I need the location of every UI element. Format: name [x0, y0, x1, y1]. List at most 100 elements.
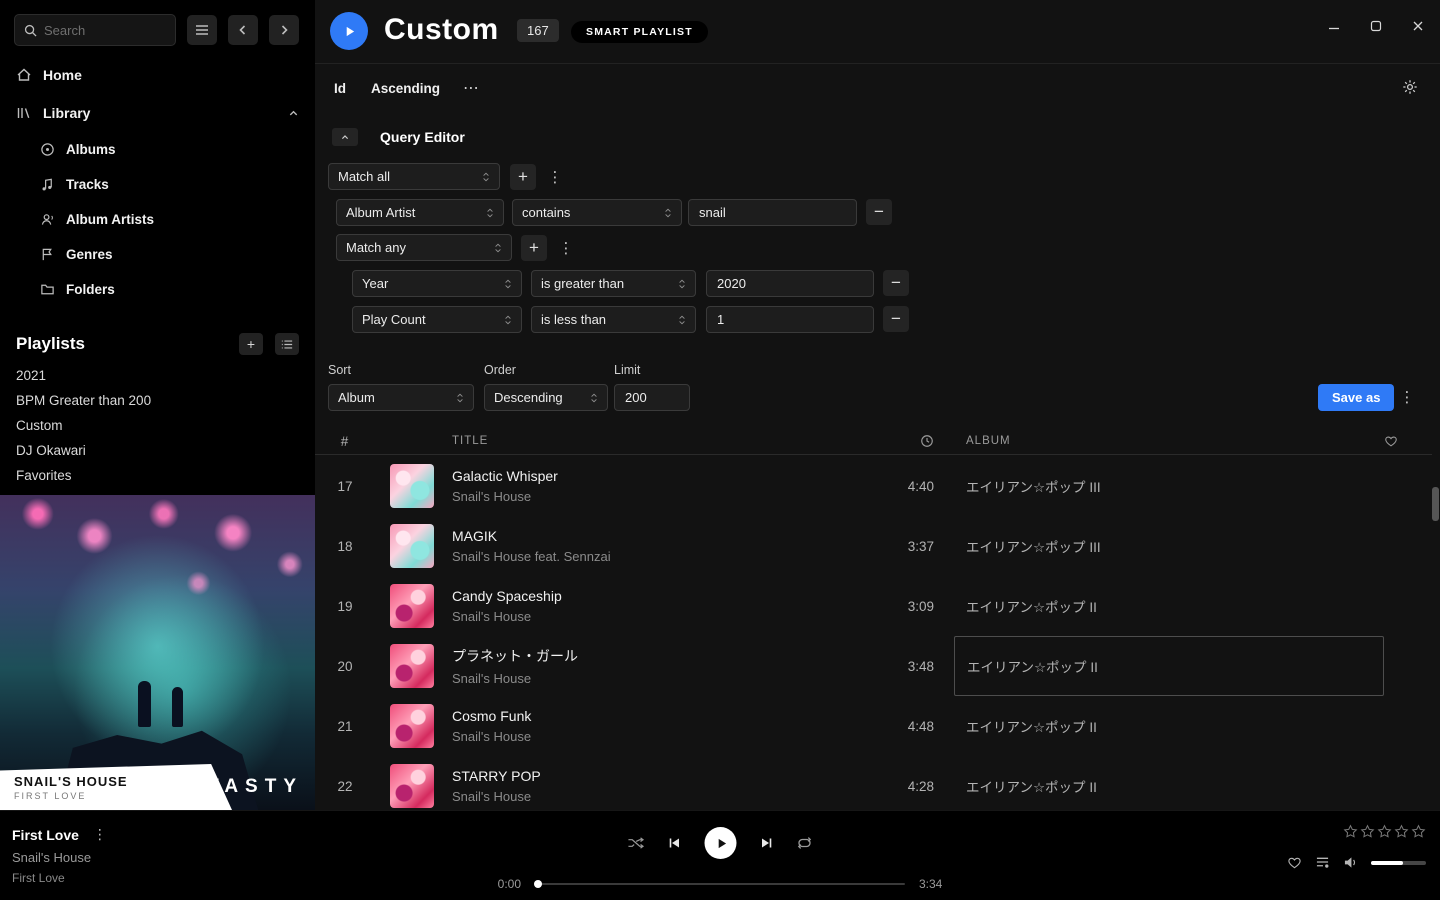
- now-playing-artist[interactable]: Snail's House: [12, 850, 107, 865]
- track-album: エイリアン☆ポップ III: [966, 516, 1384, 576]
- now-playing-title[interactable]: First Love: [12, 827, 79, 843]
- nav-back-button[interactable]: [228, 15, 258, 45]
- playlist-play-button[interactable]: [330, 12, 368, 50]
- save-as-button[interactable]: Save as: [1318, 384, 1394, 411]
- playlists-title: Playlists: [16, 334, 85, 354]
- playlist-list-button[interactable]: [275, 333, 299, 355]
- rule1-remove-button[interactable]: −: [866, 199, 892, 225]
- rule3-operator-select[interactable]: is less than: [531, 306, 696, 333]
- favorite-heart-icon[interactable]: [1384, 434, 1432, 448]
- query-menu-icon[interactable]: ⋮: [1399, 384, 1415, 410]
- group-menu-icon[interactable]: ⋮: [547, 164, 563, 190]
- track-index: 22: [315, 779, 375, 794]
- sidebar-item-tracks[interactable]: Tracks: [40, 167, 315, 202]
- rule3-remove-button[interactable]: −: [883, 306, 909, 332]
- limit-input[interactable]: [614, 384, 690, 411]
- more-options-icon[interactable]: ⋯: [463, 78, 480, 98]
- window-minimize-button[interactable]: [1328, 20, 1340, 32]
- settings-gear-icon[interactable]: [1402, 79, 1418, 100]
- table-row[interactable]: 19 Candy Spaceship Snail's House 3:09 エイ…: [315, 576, 1432, 636]
- player-bar: First Love ⋮ Snail's House First Love: [0, 810, 1440, 900]
- track-album: エイリアン☆ポップ II: [966, 576, 1384, 636]
- duration-clock-icon[interactable]: [920, 434, 934, 448]
- now-playing-album[interactable]: First Love: [12, 871, 107, 885]
- chevron-right-icon: [278, 24, 290, 36]
- table-row[interactable]: 18 MAGIK Snail's House feat. Sennzai 3:3…: [315, 516, 1432, 576]
- sidebar-item-genres[interactable]: Genres: [40, 237, 315, 272]
- rule2-value-input[interactable]: [706, 270, 874, 297]
- window-maximize-button[interactable]: [1370, 20, 1382, 32]
- track-title: Cosmo Funk: [452, 708, 854, 724]
- rule2-field-select[interactable]: Year: [352, 270, 522, 297]
- caret-updown-icon: [456, 392, 464, 404]
- volume-icon[interactable]: [1343, 856, 1358, 869]
- caret-updown-icon: [664, 207, 672, 219]
- rule2-operator-select[interactable]: is greater than: [531, 270, 696, 297]
- star-icon[interactable]: [1377, 824, 1392, 839]
- sidebar-item-home[interactable]: Home: [0, 56, 315, 94]
- add-playlist-button[interactable]: +: [239, 333, 263, 355]
- root-match-select[interactable]: Match all: [328, 163, 500, 190]
- playlist-item[interactable]: Custom: [0, 413, 315, 438]
- header-title[interactable]: TITLE: [452, 435, 488, 447]
- table-row[interactable]: 21 Cosmo Funk Snail's House 4:48 エイリアン☆ポ…: [315, 696, 1432, 756]
- seek-bar[interactable]: [535, 883, 905, 885]
- header-index[interactable]: #: [315, 434, 375, 449]
- playlist-item[interactable]: DJ Okawari: [0, 438, 315, 463]
- star-icon[interactable]: [1343, 824, 1358, 839]
- repeat-icon[interactable]: [797, 836, 813, 850]
- rule1-value-input[interactable]: [688, 199, 857, 226]
- table-row[interactable]: 20 プラネット・ガール Snail's House 3:48 エイリアン☆ポッ…: [315, 636, 1432, 696]
- rule1-field-value: Album Artist: [346, 205, 415, 220]
- sort-field-button[interactable]: Id: [334, 81, 346, 96]
- next-track-icon[interactable]: [760, 836, 774, 850]
- order-select[interactable]: Descending: [484, 384, 608, 411]
- rule2-remove-button[interactable]: −: [883, 270, 909, 296]
- nav-forward-button[interactable]: [269, 15, 299, 45]
- sidebar-item-folders[interactable]: Folders: [40, 272, 315, 307]
- nested-match-select[interactable]: Match any: [336, 234, 512, 261]
- collapse-chevron-icon[interactable]: [288, 108, 299, 119]
- volume-slider[interactable]: [1371, 861, 1426, 865]
- query-editor-collapse-button[interactable]: [332, 128, 358, 146]
- shuffle-icon[interactable]: [628, 836, 645, 850]
- rule3-value-input[interactable]: [706, 306, 874, 333]
- add-rule-button[interactable]: +: [510, 164, 536, 190]
- nested-group-menu-icon[interactable]: ⋮: [558, 235, 574, 261]
- sort-order-button[interactable]: Ascending: [371, 81, 440, 96]
- sidebar-item-albums[interactable]: Albums: [40, 132, 315, 167]
- track-artist: Snail's House: [452, 609, 854, 624]
- play-pause-button[interactable]: [705, 827, 737, 859]
- sidebar-item-library[interactable]: Library: [0, 94, 315, 132]
- rule1-field-select[interactable]: Album Artist: [336, 199, 504, 226]
- playlist-item[interactable]: Favorites: [0, 463, 315, 488]
- nested-add-rule-button[interactable]: +: [521, 235, 547, 261]
- search-input[interactable]: [14, 14, 176, 46]
- rule3-field-select[interactable]: Play Count: [352, 306, 522, 333]
- queue-icon[interactable]: [1315, 856, 1330, 869]
- star-icon[interactable]: [1411, 824, 1426, 839]
- sort-select[interactable]: Album: [328, 384, 474, 411]
- sidebar-toolbar: [0, 0, 315, 56]
- header-album[interactable]: ALBUM: [966, 435, 1384, 447]
- window-close-button[interactable]: [1412, 20, 1424, 32]
- query-editor-title: Query Editor: [380, 129, 465, 145]
- playlist-item[interactable]: BPM Greater than 200: [0, 388, 315, 413]
- track-album-focused-cell[interactable]: エイリアン☆ポップ II: [954, 636, 1384, 696]
- table-row[interactable]: 17 Galactic Whisper Snail's House 4:40 エ…: [315, 456, 1432, 516]
- menu-button[interactable]: [187, 15, 217, 45]
- tracks-label: Tracks: [66, 177, 109, 192]
- previous-track-icon[interactable]: [668, 836, 682, 850]
- table-row[interactable]: 22 STARRY POP Snail's House 4:28 エイリアン☆ポ…: [315, 756, 1432, 816]
- search-field[interactable]: [44, 23, 154, 38]
- playlist-item[interactable]: 2021: [0, 363, 315, 388]
- star-icon[interactable]: [1360, 824, 1375, 839]
- now-playing-menu-icon[interactable]: ⋮: [93, 826, 107, 843]
- sidebar-item-album-artists[interactable]: Album Artists: [40, 202, 315, 237]
- scrollbar-thumb[interactable]: [1432, 487, 1439, 521]
- favorite-heart-icon[interactable]: [1287, 855, 1302, 870]
- star-icon[interactable]: [1394, 824, 1409, 839]
- main-content: Custom 167 SMART PLAYLIST Id Ascending ⋯: [315, 0, 1440, 810]
- seek-handle[interactable]: [534, 880, 542, 888]
- rule1-operator-select[interactable]: contains: [512, 199, 682, 226]
